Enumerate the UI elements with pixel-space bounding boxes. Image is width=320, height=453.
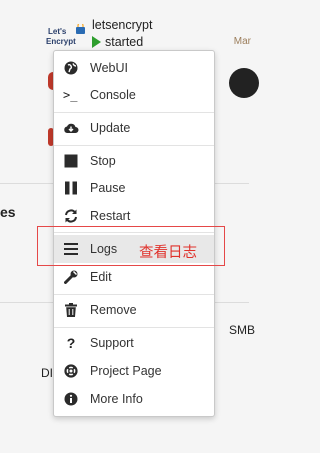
trash-icon [63,302,79,318]
menu-item-update[interactable]: Update [54,114,214,142]
partial-label: es [0,204,16,220]
menu-item-label: Restart [90,209,131,223]
menu-item-label: Project Page [90,364,162,378]
menu-item-label: Pause [90,181,126,195]
menu-item-more-info[interactable]: More Info [54,385,214,413]
app-status: started [92,35,143,49]
menu-divider [54,327,214,328]
menu-item-edit[interactable]: Edit [54,263,214,291]
annotation-label: 查看日志 [139,245,197,261]
menu-item-label: Console [90,88,136,102]
app-name: letsencrypt [92,18,153,32]
menu-item-label: WebUI [90,61,128,75]
play-status-icon [92,36,101,48]
lifebuoy-icon [63,363,79,379]
menu-divider [54,112,214,113]
partial-app-logo: Mar [233,36,251,47]
cloud-download-icon [63,120,79,136]
menu-item-project-page[interactable]: Project Page [54,357,214,385]
menu-item-support[interactable]: ? Support [54,329,214,357]
menu-item-console[interactable]: >_ Console [54,81,214,109]
menu-divider [54,145,214,146]
menu-item-remove[interactable]: Remove [54,296,214,324]
pause-icon [63,180,79,196]
menu-divider [54,294,214,295]
logo-line-1: Let's [48,27,67,36]
terminal-icon: >_ [63,88,78,102]
partial-label: SMB [229,323,256,337]
menu-item-label: Remove [90,303,137,317]
menu-item-stop[interactable]: Stop [54,147,214,175]
globe-icon [63,60,79,76]
partial-label: DI [41,366,53,380]
stop-icon [63,153,79,169]
menu-item-label: Update [90,121,131,135]
question-icon: ? [66,335,76,351]
logo-line-2: Encrypt [46,37,76,46]
menu-item-pause[interactable]: Pause [54,174,214,202]
refresh-icon [63,208,79,224]
partial-app-icon [229,68,259,98]
menu-item-label: More Info [90,392,143,406]
menu-item-label: Support [90,336,134,350]
info-icon [63,391,79,407]
menu-item-label: Stop [90,154,116,168]
status-text: started [105,35,144,49]
menu-item-label: Edit [90,270,112,284]
wrench-icon [63,269,79,285]
menu-item-webui[interactable]: WebUI [54,54,214,82]
letsencrypt-logo: Let's Encrypt [46,24,85,46]
